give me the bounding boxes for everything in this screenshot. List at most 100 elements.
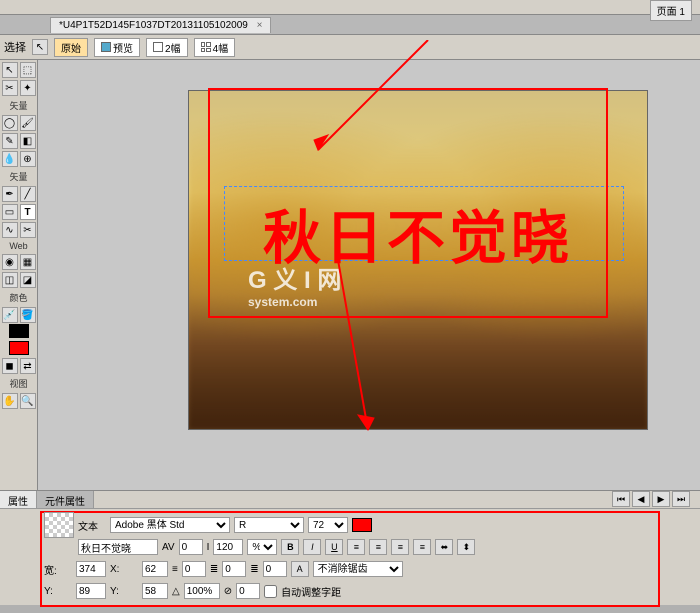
hotspot-tool[interactable]: ◉ [2, 254, 18, 270]
indent-input[interactable] [182, 561, 206, 577]
av-label: AV [162, 542, 175, 553]
stamp-tool[interactable]: ⊕ [20, 151, 36, 167]
annotation-arrow-2 [318, 260, 398, 440]
properties-panel: 属性 元件属性 ⏮ ◀ ▶ ⏭ 文本 Adobe 黑体 Std R 72 AV … [0, 490, 700, 605]
x-label: X: [110, 564, 138, 575]
nav-prev[interactable]: ◀ [632, 491, 650, 507]
preview-swatch [44, 512, 74, 538]
crop-tool[interactable]: ✂ [2, 80, 18, 96]
underline-button[interactable]: U [325, 539, 343, 555]
annotation-box-2: 文本 Adobe 黑体 Std R 72 AV I % B I U ≡ ≡ ≡ … [40, 511, 660, 607]
y-label: Y: [110, 586, 138, 597]
brush-tool[interactable]: 🖌 [20, 115, 36, 131]
two-up-button[interactable]: 2幅 [146, 38, 188, 57]
wand-tool[interactable]: ✦ [20, 80, 36, 96]
nav-first[interactable]: ⏮ [612, 491, 630, 507]
nav-next[interactable]: ▶ [652, 491, 670, 507]
canvas-area: 秋日不觉晓 G 义 I 网 system.com [38, 60, 700, 490]
hand-tool[interactable]: ✋ [2, 393, 18, 409]
preview-button[interactable]: 预览 [94, 38, 140, 57]
space-before-input[interactable] [222, 561, 246, 577]
document-title: *U4P1T52D145F1037DT20131105102009 [59, 20, 248, 31]
font-family-select[interactable]: Adobe 黑体 Std [110, 517, 230, 533]
show-tool[interactable]: ◪ [20, 272, 36, 288]
select-label: 选择 [4, 39, 26, 55]
line-tool[interactable]: ╱ [20, 186, 36, 202]
indent-icon: ≡ [172, 564, 178, 575]
swap-colors[interactable]: ⇄ [20, 358, 36, 374]
align-left-button[interactable]: ≡ [347, 539, 365, 555]
align-right-button[interactable]: ≡ [391, 539, 409, 555]
hide-tool[interactable]: ◫ [2, 272, 18, 288]
smooth-input[interactable] [184, 583, 220, 599]
page-indicator[interactable]: 页面 1 [650, 0, 692, 21]
leading-unit[interactable]: % [247, 539, 277, 555]
space-after-input[interactable] [263, 561, 287, 577]
section-vector2: 矢量 [9, 170, 27, 183]
knife-tool[interactable]: ✂ [20, 222, 36, 238]
width-label: 宽: [44, 562, 72, 577]
x-input[interactable] [142, 561, 168, 577]
baseline-shift[interactable]: A [291, 561, 309, 577]
after-icon: ≣ [250, 564, 258, 575]
before-icon: ≣ [210, 564, 218, 575]
section-web: Web [9, 241, 27, 251]
blur-tool[interactable]: 💧 [2, 151, 18, 167]
fill-swatch[interactable] [9, 341, 29, 355]
text-tool[interactable]: T [20, 204, 36, 220]
bucket-tool[interactable]: 🪣 [20, 307, 36, 323]
leading-icon: I [207, 542, 210, 553]
angle-input[interactable] [236, 583, 260, 599]
text-value-input[interactable] [78, 539, 158, 555]
rect-tool[interactable]: ▭ [2, 204, 18, 220]
tracking-input[interactable] [179, 539, 203, 555]
type-label: 文本 [78, 518, 106, 533]
eyedropper-tool[interactable]: 💉 [2, 307, 18, 323]
section-color: 颜色 [9, 291, 27, 304]
eraser-tool[interactable]: ◧ [20, 133, 36, 149]
auto-kern-checkbox[interactable] [264, 585, 277, 598]
angle-icon: ⊘ [224, 586, 232, 597]
close-icon[interactable]: × [257, 20, 263, 31]
auto-kern-label: 自动调整字距 [281, 584, 341, 599]
annotation-arrow-1 [308, 40, 448, 160]
text-orient-h[interactable]: ⬌ [435, 539, 453, 555]
stroke-swatch[interactable] [9, 324, 29, 338]
width-input[interactable] [76, 561, 106, 577]
section-vector: 矢量 [9, 99, 27, 112]
nav-last[interactable]: ⏭ [672, 491, 690, 507]
smooth-icon: △ [172, 586, 180, 597]
height-input[interactable] [76, 583, 106, 599]
lasso-tool[interactable]: ◯ [2, 115, 18, 131]
pencil-tool[interactable]: ✎ [2, 133, 18, 149]
document-tab[interactable]: *U4P1T52D145F1037DT20131105102009 × [50, 17, 271, 33]
text-orient-v[interactable]: ⬍ [457, 539, 475, 555]
four-up-button[interactable]: 4幅 [194, 38, 236, 57]
bold-button[interactable]: B [281, 539, 299, 555]
font-style-select[interactable]: R [234, 517, 304, 533]
original-button[interactable]: 原始 [54, 38, 88, 57]
default-colors[interactable]: ◼ [2, 358, 18, 374]
tab-element-properties[interactable]: 元件属性 [37, 491, 94, 508]
leading-input[interactable] [213, 539, 243, 555]
zoom-tool[interactable]: 🔍 [20, 393, 36, 409]
menu-bar [0, 0, 700, 15]
italic-button[interactable]: I [303, 539, 321, 555]
height-label: Y: [44, 586, 72, 597]
align-justify-button[interactable]: ≡ [413, 539, 431, 555]
subselect-tool[interactable]: ⬚ [20, 62, 36, 78]
slice-tool[interactable]: ▦ [20, 254, 36, 270]
antialiasing-select[interactable]: 不消除锯齿 [313, 561, 403, 577]
freeform-tool[interactable]: ∿ [2, 222, 18, 238]
font-size-select[interactable]: 72 [308, 517, 348, 533]
tab-properties[interactable]: 属性 [0, 491, 37, 508]
pointer-icon[interactable]: ↖ [32, 39, 48, 55]
section-view: 视图 [9, 377, 27, 390]
tools-panel: ↖ ⬚ ✂ ✦ 矢量 ◯ 🖌 ✎ ◧ 💧 ⊕ 矢量 ✒ ╱ ▭ T ∿ ✂ We… [0, 60, 38, 490]
document-tab-bar: *U4P1T52D145F1037DT20131105102009 × [0, 15, 700, 35]
text-color-swatch[interactable] [352, 518, 372, 532]
pen-tool[interactable]: ✒ [2, 186, 18, 202]
y-input[interactable] [142, 583, 168, 599]
align-center-button[interactable]: ≡ [369, 539, 387, 555]
selection-tool[interactable]: ↖ [2, 62, 18, 78]
